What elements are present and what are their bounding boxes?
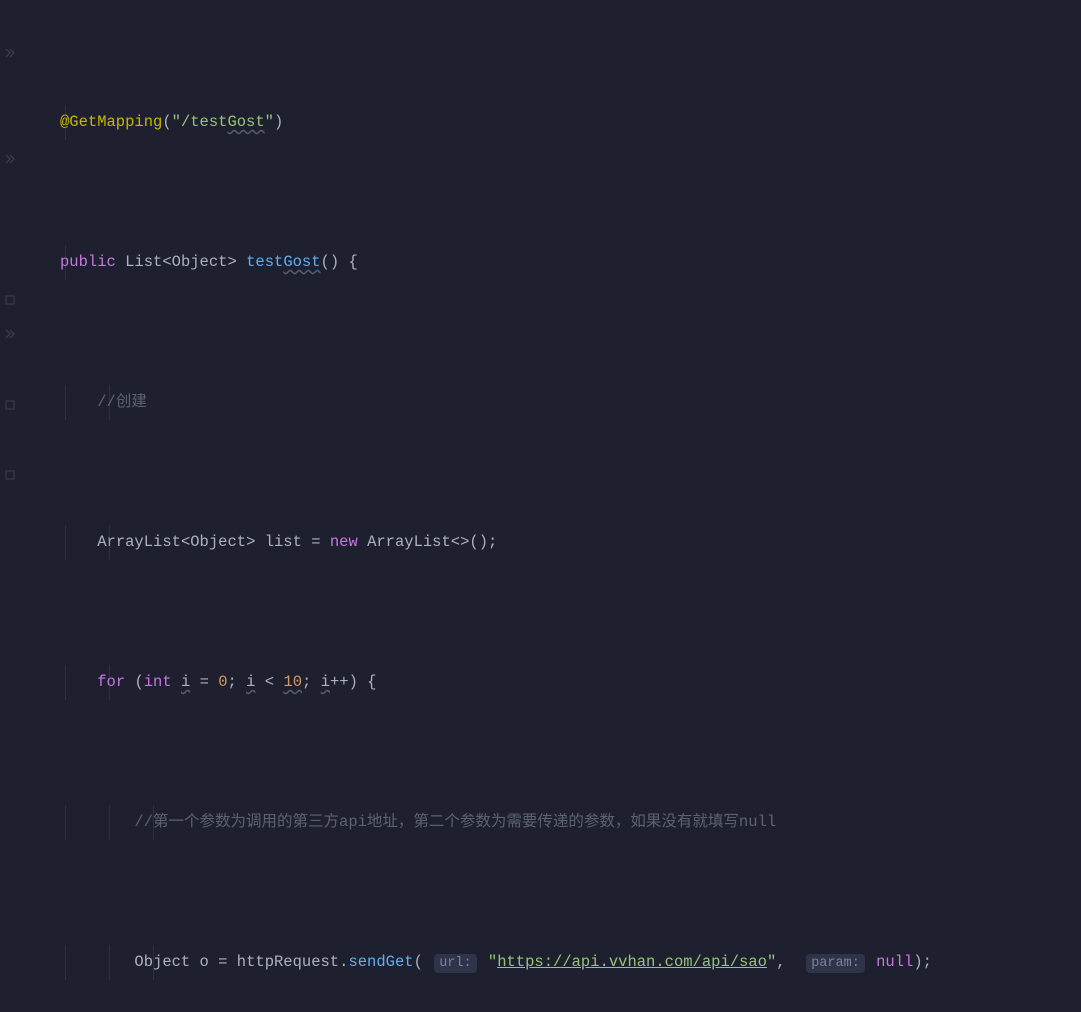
inlay-hint-url: url: <box>434 954 476 973</box>
inlay-hint-param: param: <box>806 954 865 973</box>
code-line[interactable]: //创建 <box>20 385 1081 420</box>
code-line[interactable]: @GetMapping("/testGost") <box>20 105 1081 140</box>
code-line[interactable]: for (int i = 0; i < 10; i++) { <box>20 665 1081 700</box>
code-line[interactable]: //第一个参数为调用的第三方api地址，第二个参数为需要传递的参数，如果没有就填… <box>20 805 1081 840</box>
fold-icon[interactable] <box>4 39 16 51</box>
keyword-public: public <box>60 253 116 271</box>
bookmark-icon[interactable] <box>4 285 16 297</box>
method-name: testGost <box>246 253 320 271</box>
string-literal: "https://api.vvhan.com/api/sao" <box>488 953 776 971</box>
comment: //创建 <box>97 393 147 411</box>
code-line[interactable]: Object o = httpRequest.sendGet( url: "ht… <box>20 945 1081 980</box>
code-line[interactable]: ArrayList<Object> list = new ArrayList<>… <box>20 525 1081 560</box>
annotation: @GetMapping <box>60 113 162 131</box>
comment: //第一个参数为调用的第三方api地址，第二个参数为需要传递的参数，如果没有就填… <box>134 813 776 831</box>
fold-icon[interactable] <box>4 145 16 157</box>
bookmark-icon[interactable] <box>4 390 16 402</box>
gutter <box>0 0 20 506</box>
code-line[interactable]: public List<Object> testGost() { <box>20 245 1081 280</box>
bookmark-icon[interactable] <box>4 460 16 472</box>
fold-icon[interactable] <box>4 320 16 332</box>
keyword-for: for <box>97 673 125 691</box>
string-literal: "/testGost" <box>172 113 274 131</box>
editor-area[interactable]: @GetMapping("/testGost") public List<Obj… <box>20 0 1081 506</box>
